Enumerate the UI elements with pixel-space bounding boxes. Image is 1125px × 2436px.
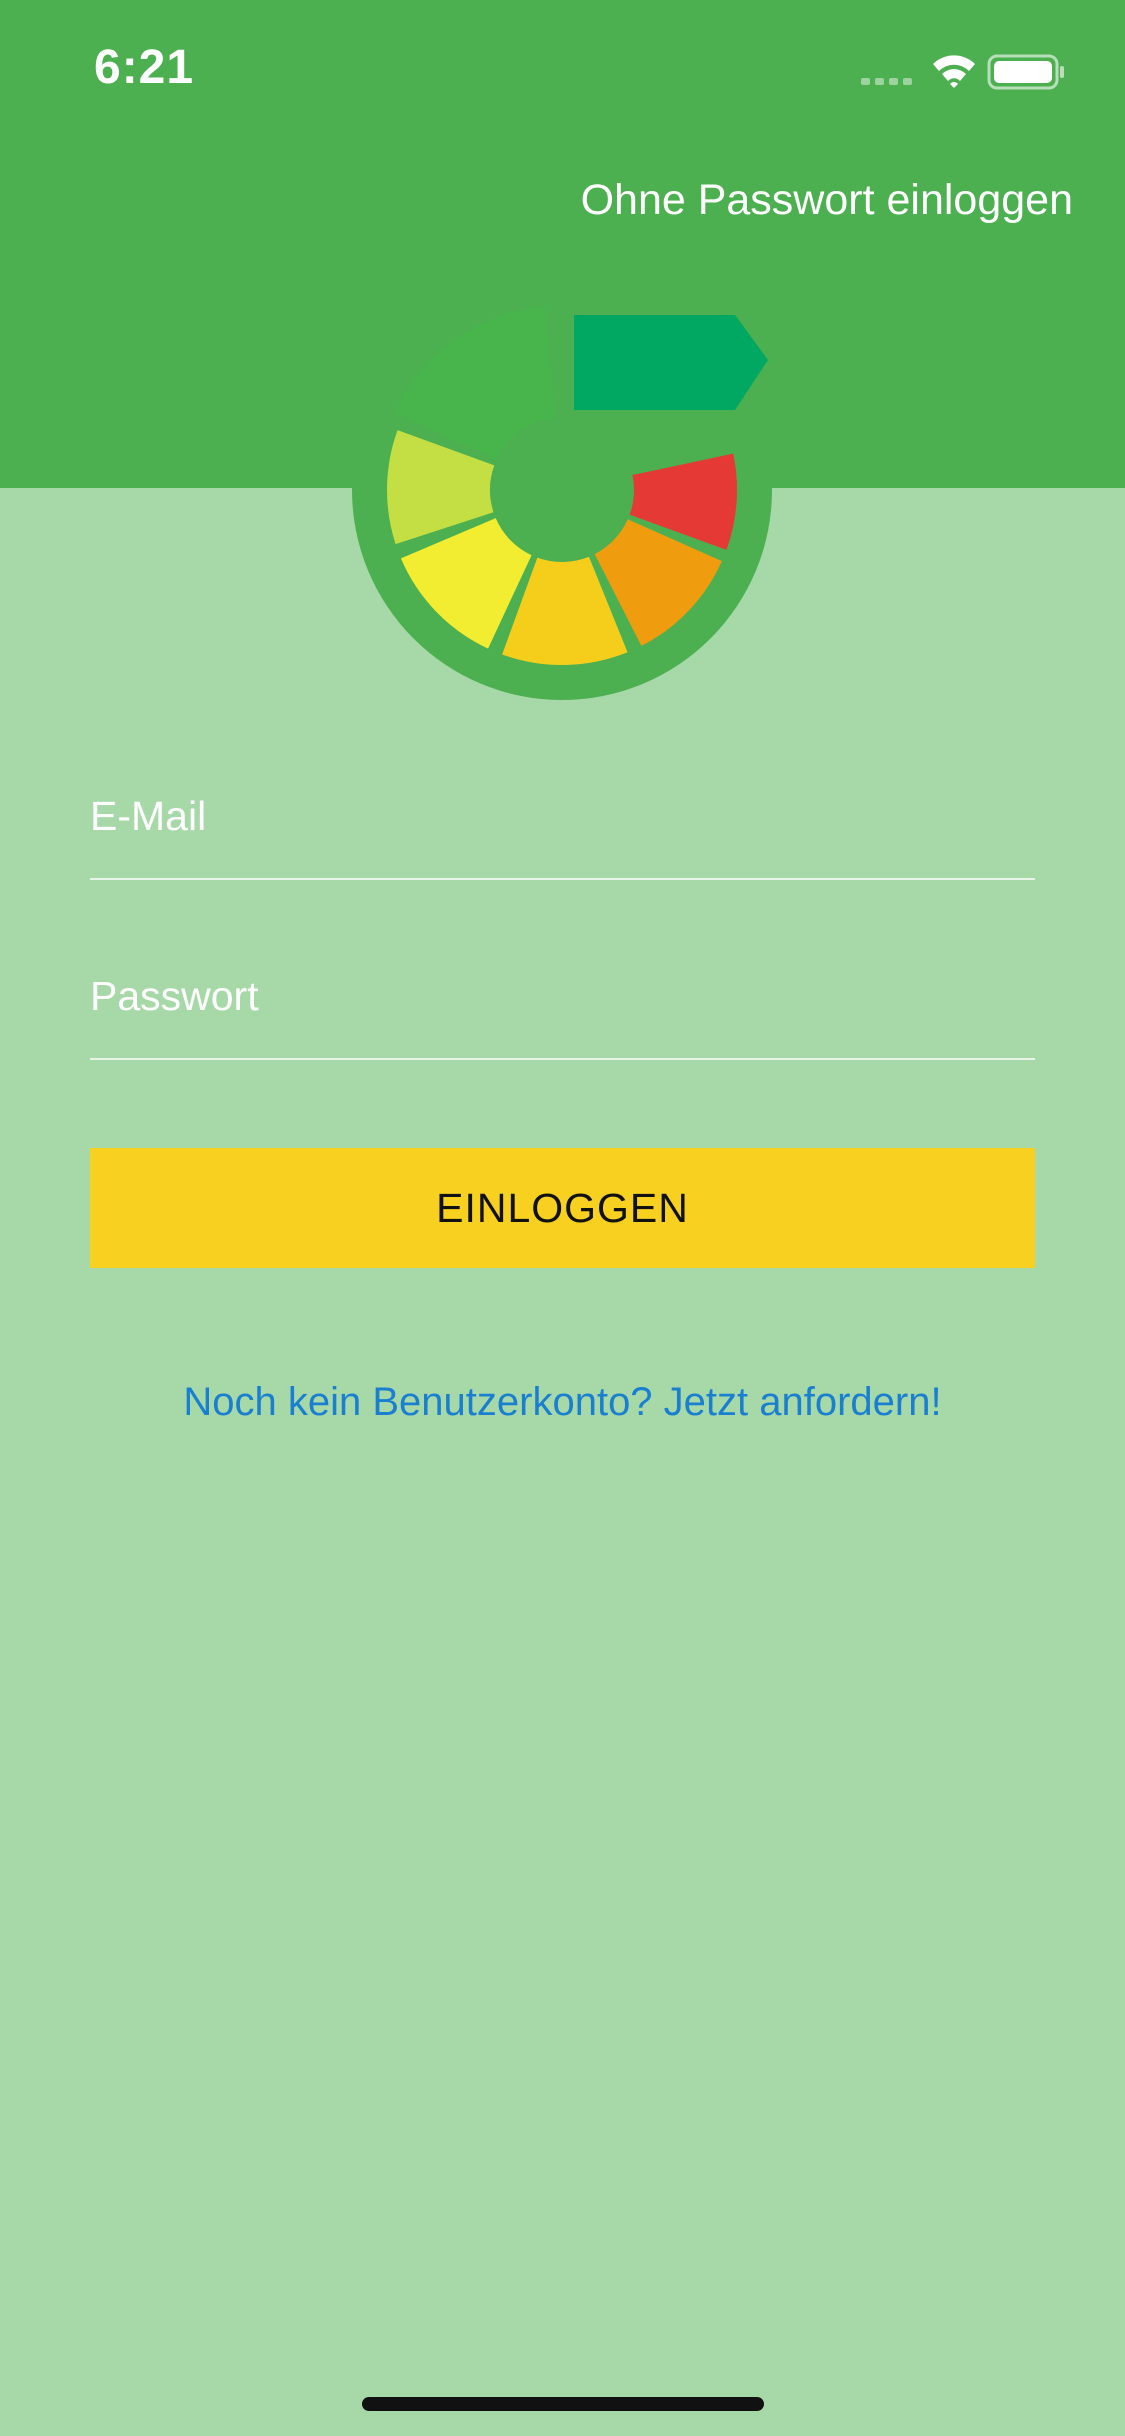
- home-indicator: [362, 2397, 764, 2411]
- logo-segment-arrow: [574, 315, 768, 410]
- wifi-icon: [933, 55, 975, 88]
- password-field[interactable]: Passwort: [90, 968, 1035, 1060]
- password-placeholder: Passwort: [90, 973, 259, 1019]
- request-account-link[interactable]: Noch kein Benutzerkonto? Jetzt anfordern…: [0, 1380, 1125, 1425]
- battery-icon: [987, 54, 1064, 90]
- email-field[interactable]: E-Mail: [90, 788, 1035, 880]
- app-logo: [352, 300, 772, 700]
- login-button[interactable]: EINLOGGEN: [90, 1148, 1035, 1268]
- email-placeholder: E-Mail: [90, 793, 207, 839]
- signal-icon: [861, 78, 912, 85]
- status-time: 6:21: [94, 41, 195, 94]
- passwordless-login-link[interactable]: Ohne Passwort einloggen: [581, 176, 1073, 225]
- status-icons: [861, 54, 1064, 90]
